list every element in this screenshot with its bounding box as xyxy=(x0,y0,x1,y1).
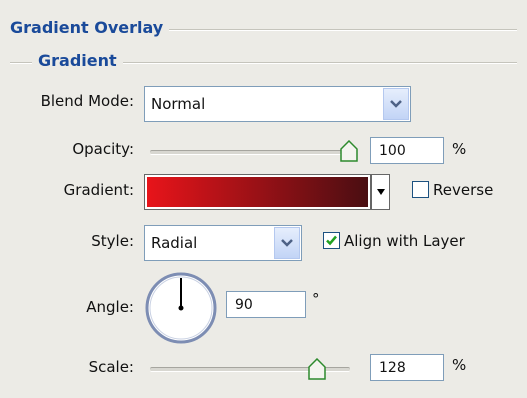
reverse-checkbox[interactable] xyxy=(412,181,429,198)
opacity-slider-thumb[interactable] xyxy=(340,139,358,166)
chevron-down-icon[interactable] xyxy=(274,227,300,259)
checkmark-icon xyxy=(326,235,337,246)
gradient-preview[interactable] xyxy=(144,174,371,210)
scale-input[interactable]: 128 xyxy=(370,354,444,381)
style-select[interactable]: Radial xyxy=(144,225,302,261)
scale-label: Scale: xyxy=(88,358,134,376)
blend-mode-select[interactable]: Normal xyxy=(144,86,411,122)
gradient-fill xyxy=(147,177,368,207)
blend-mode-value: Normal xyxy=(151,95,206,113)
style-label: Style: xyxy=(91,232,134,250)
reverse-label: Reverse xyxy=(433,181,494,199)
angle-label: Angle: xyxy=(86,298,134,316)
angle-unit: ° xyxy=(312,290,320,308)
scale-slider-thumb[interactable] xyxy=(308,357,326,384)
panel-title: Gradient Overlay xyxy=(10,18,170,37)
opacity-unit: % xyxy=(452,140,467,158)
caret-down-icon xyxy=(376,189,385,195)
scale-unit: % xyxy=(452,356,467,374)
opacity-value: 100 xyxy=(379,142,406,159)
align-with-layer-label: Align with Layer xyxy=(344,232,465,250)
angle-value: 90 xyxy=(235,296,253,313)
section-title: Gradient xyxy=(32,51,123,70)
opacity-input[interactable]: 100 xyxy=(370,137,444,164)
angle-input[interactable]: 90 xyxy=(226,291,306,318)
chevron-down-icon[interactable] xyxy=(383,88,409,120)
opacity-label: Opacity: xyxy=(72,140,134,158)
blend-mode-label: Blend Mode: xyxy=(40,92,134,110)
gradient-dropdown-button[interactable] xyxy=(371,174,390,210)
opacity-slider-track[interactable] xyxy=(150,150,355,155)
gradient-label: Gradient: xyxy=(63,181,134,199)
align-with-layer-checkbox[interactable] xyxy=(323,232,340,249)
angle-dial[interactable] xyxy=(144,271,218,349)
scale-value: 128 xyxy=(379,359,406,376)
style-value: Radial xyxy=(151,234,198,252)
